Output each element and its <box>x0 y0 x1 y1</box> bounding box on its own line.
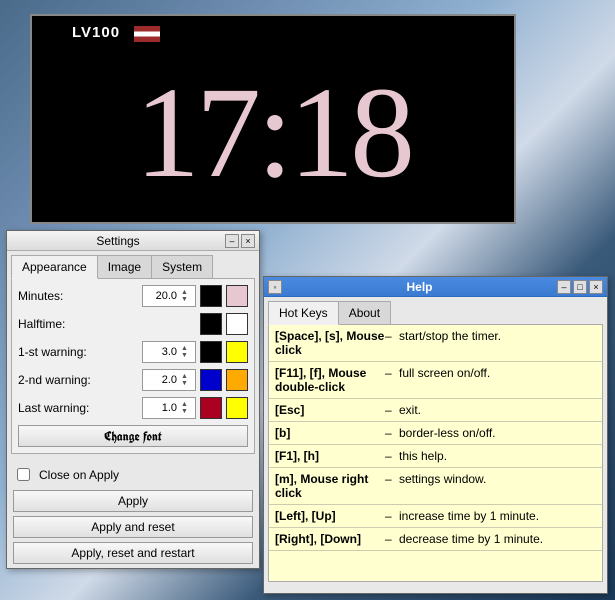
hotkey-desc: start/stop the timer. <box>399 329 596 357</box>
color-warn1-a[interactable] <box>200 341 222 363</box>
lastwarn-input[interactable] <box>145 401 179 415</box>
hotkey-desc: decrease time by 1 minute. <box>399 532 596 546</box>
color-minutes-b[interactable] <box>226 285 248 307</box>
color-minutes-a[interactable] <box>200 285 222 307</box>
minimize-icon[interactable]: – <box>557 280 571 294</box>
color-halftime-a[interactable] <box>200 313 222 335</box>
hotkey-row: [F1], [h]–this help. <box>269 445 602 468</box>
maximize-icon[interactable]: □ <box>573 280 587 294</box>
help-titlebar[interactable]: ◦ Help – □ × <box>264 277 607 297</box>
hotkey-row: [Right], [Down]–decrease time by 1 minut… <box>269 528 602 551</box>
window-menu-icon[interactable]: ◦ <box>268 280 282 294</box>
chevron-updown-icon[interactable]: ▲▼ <box>181 345 191 359</box>
hotkey-key: [F1], [h] <box>275 449 385 463</box>
help-window: ◦ Help – □ × Hot Keys About [Space], [s]… <box>263 276 608 594</box>
hotkey-row: [Esc]–exit. <box>269 399 602 422</box>
dash: – <box>385 426 399 440</box>
settings-content: Minutes: ▲▼ Halftime: 1-st warning: ▲▼ 2… <box>11 278 255 454</box>
hotkey-desc: exit. <box>399 403 596 417</box>
hotkey-key: [m], Mouse right click <box>275 472 385 500</box>
help-tabs: Hot Keys About <box>264 297 607 325</box>
hotkey-row: [F11], [f], Mouse double-click–full scre… <box>269 362 602 399</box>
close-on-apply-row: Close on Apply <box>7 459 259 490</box>
dash: – <box>385 472 399 500</box>
settings-window: Settings – × Appearance Image System Min… <box>6 230 260 569</box>
change-font-button[interactable]: Change font <box>18 425 248 447</box>
row-warn1: 1-st warning: ▲▼ <box>18 341 248 363</box>
spin-lastwarn[interactable]: ▲▼ <box>142 397 196 419</box>
color-warn2-a[interactable] <box>200 369 222 391</box>
label-lastwarn: Last warning: <box>18 401 138 415</box>
apply-reset-button[interactable]: Apply and reset <box>13 516 253 538</box>
tab-appearance[interactable]: Appearance <box>11 255 98 279</box>
dash: – <box>385 532 399 546</box>
dash: – <box>385 366 399 394</box>
settings-tabs: Appearance Image System <box>7 251 259 279</box>
label-minutes: Minutes: <box>18 289 138 303</box>
flag-icon <box>134 26 160 42</box>
close-on-apply-checkbox[interactable] <box>17 468 30 481</box>
minimize-icon[interactable]: – <box>225 234 239 248</box>
hotkey-key: [F11], [f], Mouse double-click <box>275 366 385 394</box>
warn2-input[interactable] <box>145 373 179 387</box>
spin-minutes[interactable]: ▲▼ <box>142 285 196 307</box>
chevron-updown-icon[interactable]: ▲▼ <box>181 401 191 415</box>
hotkey-row: [Left], [Up]–increase time by 1 minute. <box>269 505 602 528</box>
hotkey-row: [b]–border-less on/off. <box>269 422 602 445</box>
row-warn2: 2-nd warning: ▲▼ <box>18 369 248 391</box>
settings-titlebar[interactable]: Settings – × <box>7 231 259 251</box>
label-warn2: 2-nd warning: <box>18 373 138 387</box>
dash: – <box>385 509 399 523</box>
hotkey-key: [b] <box>275 426 385 440</box>
close-on-apply-label: Close on Apply <box>39 468 119 482</box>
tab-about[interactable]: About <box>338 301 391 325</box>
tab-system[interactable]: System <box>151 255 213 279</box>
hotkey-row: [Space], [s], Mouse click–start/stop the… <box>269 325 602 362</box>
hotkey-desc: this help. <box>399 449 596 463</box>
row-halftime: Halftime: <box>18 313 248 335</box>
hotkey-list[interactable]: [Space], [s], Mouse click–start/stop the… <box>269 325 602 581</box>
chevron-updown-icon[interactable]: ▲▼ <box>181 373 191 387</box>
hotkey-desc: settings window. <box>399 472 596 500</box>
chevron-updown-icon[interactable]: ▲▼ <box>181 289 191 303</box>
dash: – <box>385 329 399 357</box>
color-warn2-b[interactable] <box>226 369 248 391</box>
warn1-input[interactable] <box>145 345 179 359</box>
hotkey-desc: full screen on/off. <box>399 366 596 394</box>
hotkey-desc: border-less on/off. <box>399 426 596 440</box>
hotkey-key: [Esc] <box>275 403 385 417</box>
settings-title: Settings <box>11 234 225 248</box>
spin-warn1[interactable]: ▲▼ <box>142 341 196 363</box>
color-halftime-b[interactable] <box>226 313 248 335</box>
dash: – <box>385 449 399 463</box>
hotkey-key: [Space], [s], Mouse click <box>275 329 385 357</box>
color-lastwarn-b[interactable] <box>226 397 248 419</box>
time-display: 17:18 <box>32 44 514 222</box>
help-content: [Space], [s], Mouse click–start/stop the… <box>268 324 603 582</box>
logo-text: LV100 <box>72 24 120 41</box>
hotkey-key: [Left], [Up] <box>275 509 385 523</box>
tab-hotkeys[interactable]: Hot Keys <box>268 301 339 325</box>
close-icon[interactable]: × <box>241 234 255 248</box>
color-lastwarn-a[interactable] <box>200 397 222 419</box>
help-title: Help <box>407 280 433 294</box>
apply-reset-restart-button[interactable]: Apply, reset and restart <box>13 542 253 564</box>
spin-warn2[interactable]: ▲▼ <box>142 369 196 391</box>
tab-image[interactable]: Image <box>97 255 152 279</box>
hotkey-desc: increase time by 1 minute. <box>399 509 596 523</box>
close-icon[interactable]: × <box>589 280 603 294</box>
dash: – <box>385 403 399 417</box>
hotkey-key: [Right], [Down] <box>275 532 385 546</box>
apply-button[interactable]: Apply <box>13 490 253 512</box>
label-halftime: Halftime: <box>18 317 138 331</box>
hotkey-row: [m], Mouse right click–settings window. <box>269 468 602 505</box>
label-warn1: 1-st warning: <box>18 345 138 359</box>
row-minutes: Minutes: ▲▼ <box>18 285 248 307</box>
row-lastwarn: Last warning: ▲▼ <box>18 397 248 419</box>
color-warn1-b[interactable] <box>226 341 248 363</box>
minutes-input[interactable] <box>145 289 179 303</box>
timer-panel: LV100 17:18 <box>30 14 516 224</box>
